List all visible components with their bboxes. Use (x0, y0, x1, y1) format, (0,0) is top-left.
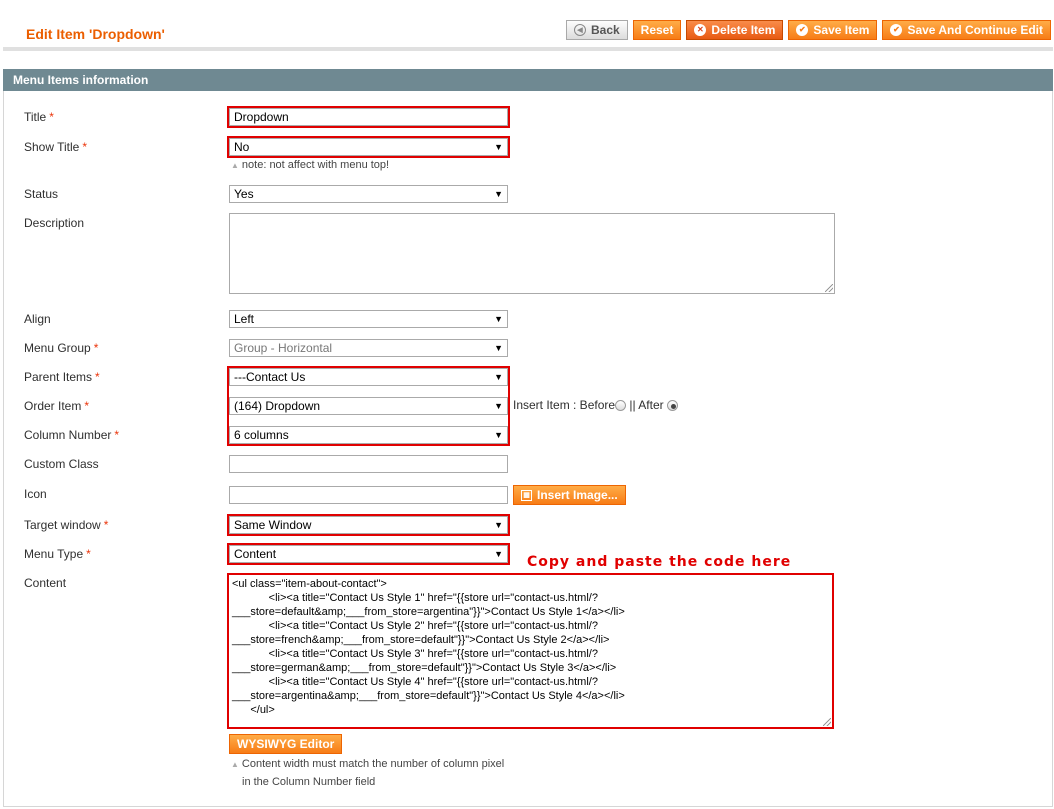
target-window-label: Target window * (24, 518, 109, 532)
content-label: Content (24, 576, 67, 590)
align-select[interactable]: Left ▼ (229, 310, 508, 328)
highlight-box (227, 573, 834, 729)
status-select[interactable]: Yes ▼ (229, 185, 508, 203)
highlight-box (227, 106, 510, 128)
save-continue-button-label: Save And Continue Edit (907, 23, 1043, 37)
title-label: Title * (24, 110, 54, 124)
order-item-label: Order Item * (24, 399, 90, 413)
content-note-line2: in the Column Number field (242, 776, 376, 788)
delete-icon: ✕ (694, 24, 707, 36)
resize-handle-icon[interactable] (825, 284, 833, 292)
before-radio[interactable] (615, 400, 627, 412)
highlight-box (227, 543, 510, 565)
wysiwyg-editor-button[interactable]: WYSIWYG Editor (229, 734, 343, 754)
menu-group-label: Menu Group * (24, 341, 99, 355)
save-item-button[interactable]: ✔ Save Item (788, 20, 878, 40)
header-divider (3, 47, 1053, 51)
description-textarea[interactable] (229, 213, 835, 294)
description-label: Description (24, 216, 85, 230)
image-icon: ▦ (521, 489, 532, 501)
custom-class-input[interactable] (229, 455, 508, 473)
status-label: Status (24, 187, 59, 201)
insert-position: Insert Item : Before || After (513, 398, 678, 412)
delete-button-label: Delete Item (711, 23, 776, 37)
column-number-label: Column Number * (24, 428, 120, 442)
save-button-label: Save Item (813, 23, 870, 37)
dropdown-arrow-icon: ▼ (494, 189, 503, 199)
highlight-box (227, 366, 510, 446)
insert-image-button[interactable]: ▦ Insert Image... (513, 485, 626, 505)
back-arrow-icon: ◀ (573, 24, 586, 36)
reset-button[interactable]: Reset (632, 20, 682, 40)
back-button-label: Back (590, 23, 620, 37)
action-buttons: ◀ Back Reset ✕ Delete Item ✔ Save Item ✔… (565, 20, 1051, 40)
icon-label: Icon (24, 487, 47, 501)
annotation-text: Copy and paste the code here (527, 554, 792, 570)
reset-button-label: Reset (640, 23, 674, 37)
save-and-continue-button[interactable]: ✔ Save And Continue Edit (882, 20, 1051, 40)
show-title-note: ▲ note: not affect with menu top! (231, 159, 390, 171)
triangle-icon: ▲ (231, 161, 239, 170)
dropdown-arrow-icon: ▼ (494, 343, 503, 353)
show-title-label: Show Title * (24, 140, 88, 154)
highlight-box (227, 136, 510, 158)
after-radio[interactable] (666, 400, 678, 412)
checkmark-icon: ✔ (796, 24, 809, 36)
menu-type-label: Menu Type * (24, 547, 91, 561)
checkmark-icon: ✔ (890, 24, 903, 36)
highlight-box (227, 514, 510, 536)
icon-input[interactable] (229, 486, 508, 504)
delete-item-button[interactable]: ✕ Delete Item (686, 20, 784, 40)
menu-group-select: Group - Horizontal ▼ (229, 339, 508, 357)
page-title: Edit Item 'Dropdown' (26, 26, 165, 42)
content-note: ▲ Content width must match the number of … (231, 758, 505, 770)
align-label: Align (24, 312, 51, 326)
dropdown-arrow-icon: ▼ (494, 314, 503, 324)
parent-items-label: Parent Items * (24, 370, 100, 384)
custom-class-label: Custom Class (24, 457, 99, 471)
back-button[interactable]: ◀ Back (565, 20, 628, 40)
triangle-icon: ▲ (231, 760, 239, 769)
section-header: Menu Items information (3, 69, 1053, 91)
